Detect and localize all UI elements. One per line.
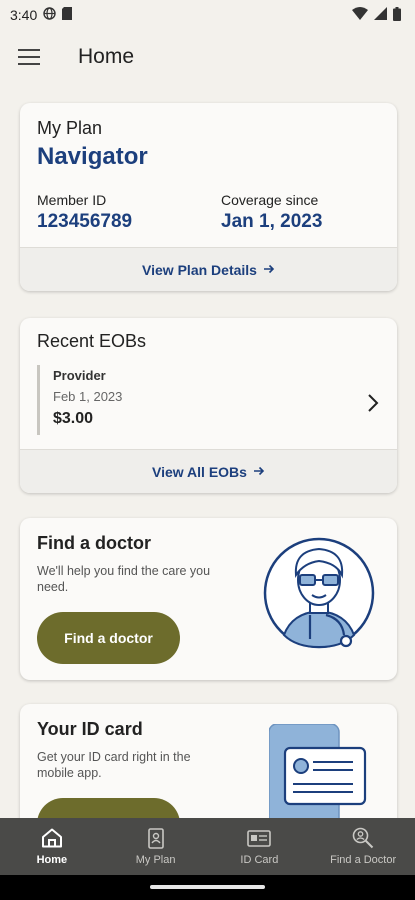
bottom-navigation: Home My Plan ID Card Find a Doctor bbox=[0, 818, 415, 875]
view-plan-details-label: View Plan Details bbox=[142, 261, 257, 278]
nav-item-home[interactable]: Home bbox=[0, 818, 104, 875]
plan-label: My Plan bbox=[37, 118, 103, 138]
id-card-subtitle: Get your ID card right in the mobile app… bbox=[37, 750, 191, 780]
recent-eobs-title: Recent EOBs bbox=[37, 331, 147, 351]
app-bar: Home bbox=[0, 30, 415, 84]
status-time: 3:40 bbox=[10, 7, 38, 23]
find-doctor-title: Find a doctor bbox=[37, 533, 151, 553]
nav-label-id-card: ID Card bbox=[240, 854, 279, 866]
coverage-since-label: Coverage since bbox=[221, 192, 319, 208]
eob-provider: Provider bbox=[53, 368, 106, 383]
menu-icon[interactable] bbox=[18, 47, 42, 67]
eob-amount: $3.00 bbox=[53, 410, 94, 427]
chevron-right-icon[interactable] bbox=[367, 394, 379, 417]
coverage-since-value: Jan 1, 2023 bbox=[221, 211, 323, 232]
find-doctor-button[interactable]: Find a doctor bbox=[37, 612, 180, 664]
document-icon bbox=[147, 827, 164, 849]
page-title: Home bbox=[78, 45, 135, 68]
signal-icon bbox=[374, 7, 387, 23]
nav-label-home: Home bbox=[36, 854, 68, 866]
globe-icon bbox=[43, 7, 56, 23]
home-icon bbox=[41, 827, 63, 849]
sim-card-icon bbox=[62, 7, 73, 23]
plan-name: Navigator bbox=[37, 143, 148, 170]
battery-icon bbox=[393, 6, 401, 24]
view-all-eobs-link[interactable]: View All EOBs bbox=[20, 449, 397, 493]
id-card-icon bbox=[247, 827, 272, 849]
system-gesture-bar bbox=[0, 875, 415, 900]
my-plan-card: My Plan Navigator Member ID 123456789 Co… bbox=[20, 103, 397, 291]
eob-list-item[interactable]: Provider Feb 1, 2023 $3.00 bbox=[37, 365, 382, 435]
view-plan-details-link[interactable]: View Plan Details bbox=[20, 247, 397, 291]
view-all-eobs-label: View All EOBs bbox=[152, 463, 247, 480]
find-doctor-card: Find a doctor We'll help you find the ca… bbox=[20, 518, 397, 680]
member-id-value: 123456789 bbox=[37, 211, 133, 232]
home-gesture-handle[interactable] bbox=[150, 885, 265, 889]
arrow-right-icon bbox=[253, 464, 265, 480]
arrow-right-icon bbox=[263, 262, 275, 278]
nav-item-my-plan[interactable]: My Plan bbox=[104, 818, 208, 875]
nav-item-id-card[interactable]: ID Card bbox=[208, 818, 312, 875]
doctor-illustration bbox=[262, 535, 377, 665]
status-bar: 3:40 bbox=[0, 0, 415, 30]
member-id-label: Member ID bbox=[37, 192, 107, 208]
id-card-title: Your ID card bbox=[37, 719, 143, 739]
find-doctor-subtitle: We'll help you find the care you need. bbox=[37, 564, 211, 594]
wifi-icon bbox=[352, 7, 368, 23]
eob-date: Feb 1, 2023 bbox=[53, 389, 123, 404]
nav-item-find-a-doctor[interactable]: Find a Doctor bbox=[311, 818, 415, 875]
recent-eobs-card: Recent EOBs Provider Feb 1, 2023 $3.00 V… bbox=[20, 318, 397, 493]
nav-label-find-a-doctor: Find a Doctor bbox=[330, 854, 397, 866]
nav-label-my-plan: My Plan bbox=[135, 854, 176, 866]
search-person-icon bbox=[352, 827, 374, 849]
